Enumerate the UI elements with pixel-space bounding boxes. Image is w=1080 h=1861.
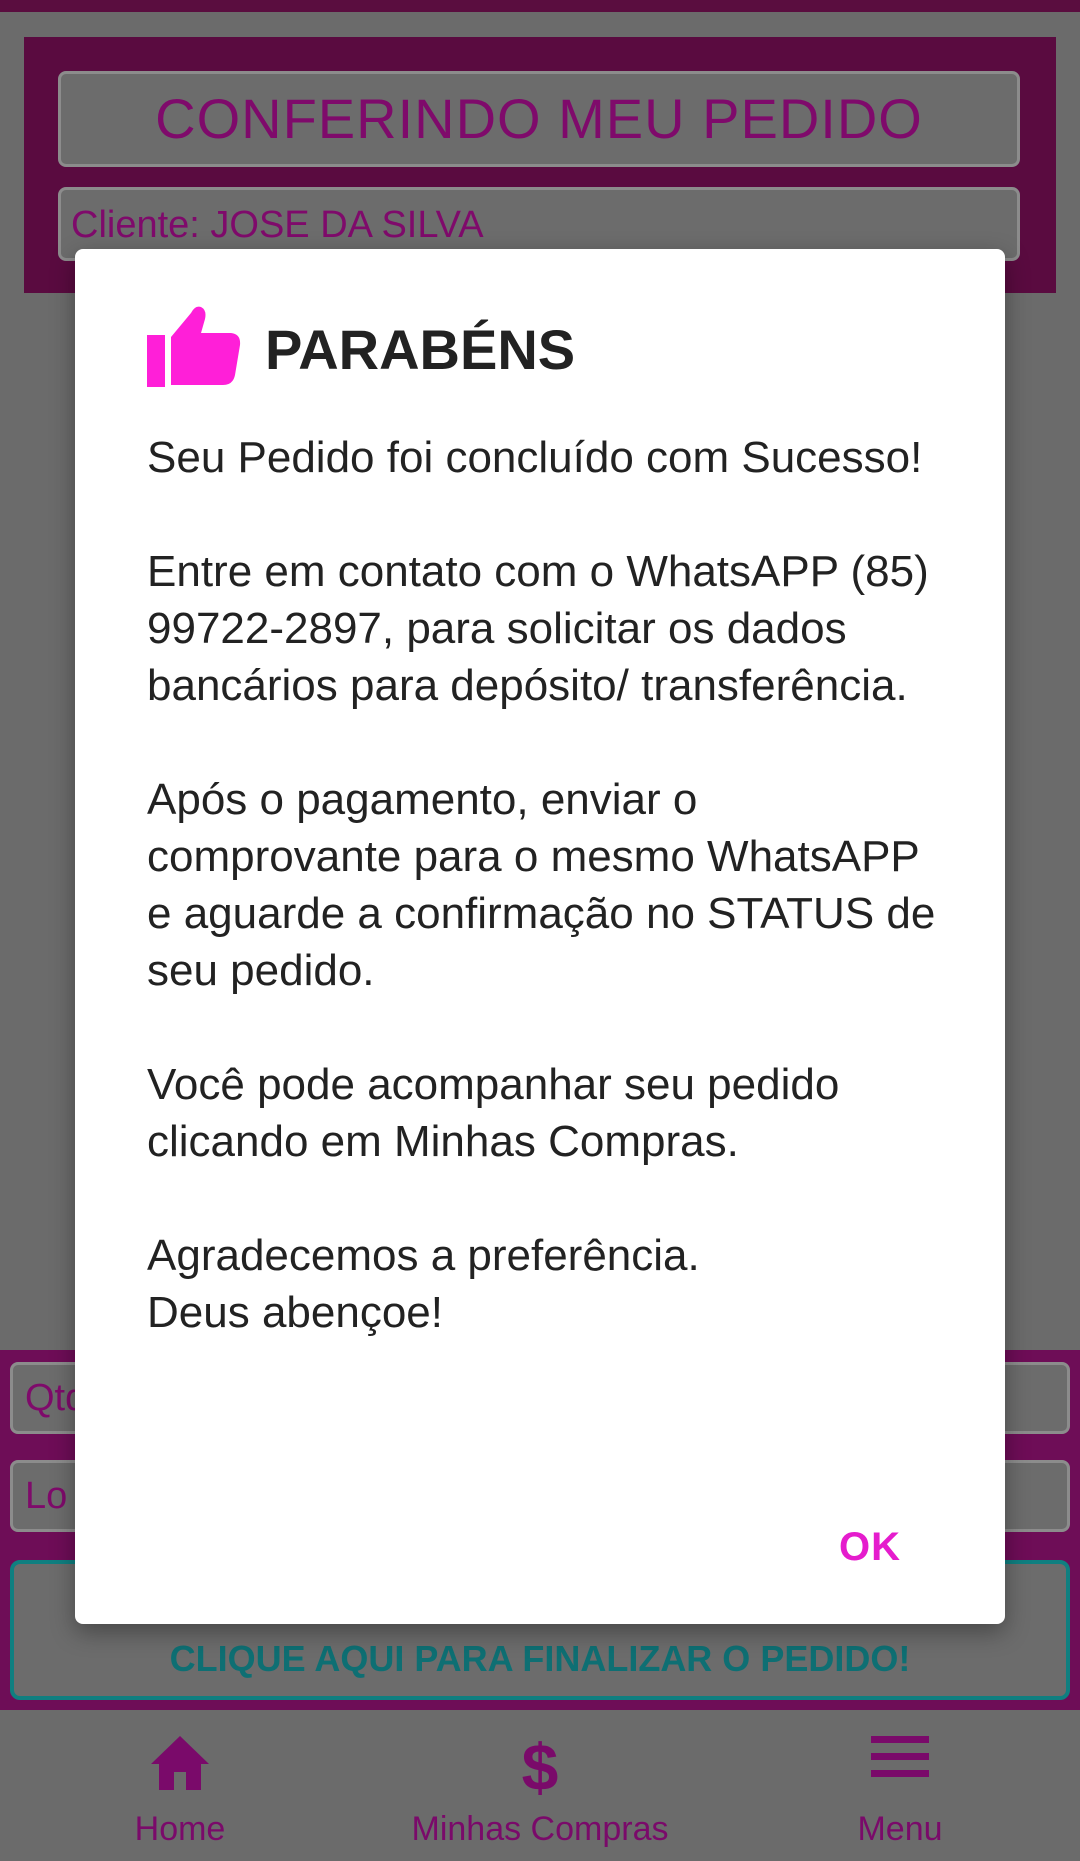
closing-line: Agradecemos a preferência. <box>147 1231 700 1280</box>
closing-line: Deus abençoe! <box>147 1288 443 1337</box>
nav-item-minhas-compras[interactable]: $ Minhas Compras <box>395 1710 685 1861</box>
thumbs-up-icon <box>147 303 241 387</box>
success-dialog: PARABÉNS Seu Pedido foi concluído com Su… <box>75 249 1005 1624</box>
dialog-title: PARABÉNS <box>265 318 576 381</box>
nav-item-menu[interactable]: Menu <box>810 1710 990 1861</box>
dialog-message: Seu Pedido foi concluído com Sucesso! En… <box>147 429 947 1341</box>
message-closing: Agradecemos a preferência. Deus abençoe! <box>147 1227 947 1341</box>
hamburger-menu-icon <box>871 1734 929 1785</box>
page-title: CONFERINDO MEU PEDIDO <box>58 71 1020 167</box>
message-paragraph: Após o pagamento, enviar o comprovante p… <box>147 775 936 995</box>
bottom-navigation: Home $ Minhas Compras Menu <box>0 1710 1080 1861</box>
message-paragraph: Seu Pedido foi concluído com Sucesso! <box>147 433 923 482</box>
dollar-icon: $ <box>521 1730 559 1804</box>
ok-button[interactable]: OK <box>835 1515 905 1580</box>
message-paragraph: Entre em contato com o WhatsAPP (85) 997… <box>147 547 929 710</box>
status-strip <box>0 0 1080 12</box>
nav-label-minhas-compras: Minhas Compras <box>411 1810 669 1848</box>
nav-label-menu: Menu <box>857 1810 943 1848</box>
home-icon <box>149 1734 211 1797</box>
nav-item-home[interactable]: Home <box>90 1710 270 1861</box>
nav-label-home: Home <box>134 1810 226 1848</box>
message-paragraph: Você pode acompanhar seu pedido clicando… <box>147 1060 840 1166</box>
